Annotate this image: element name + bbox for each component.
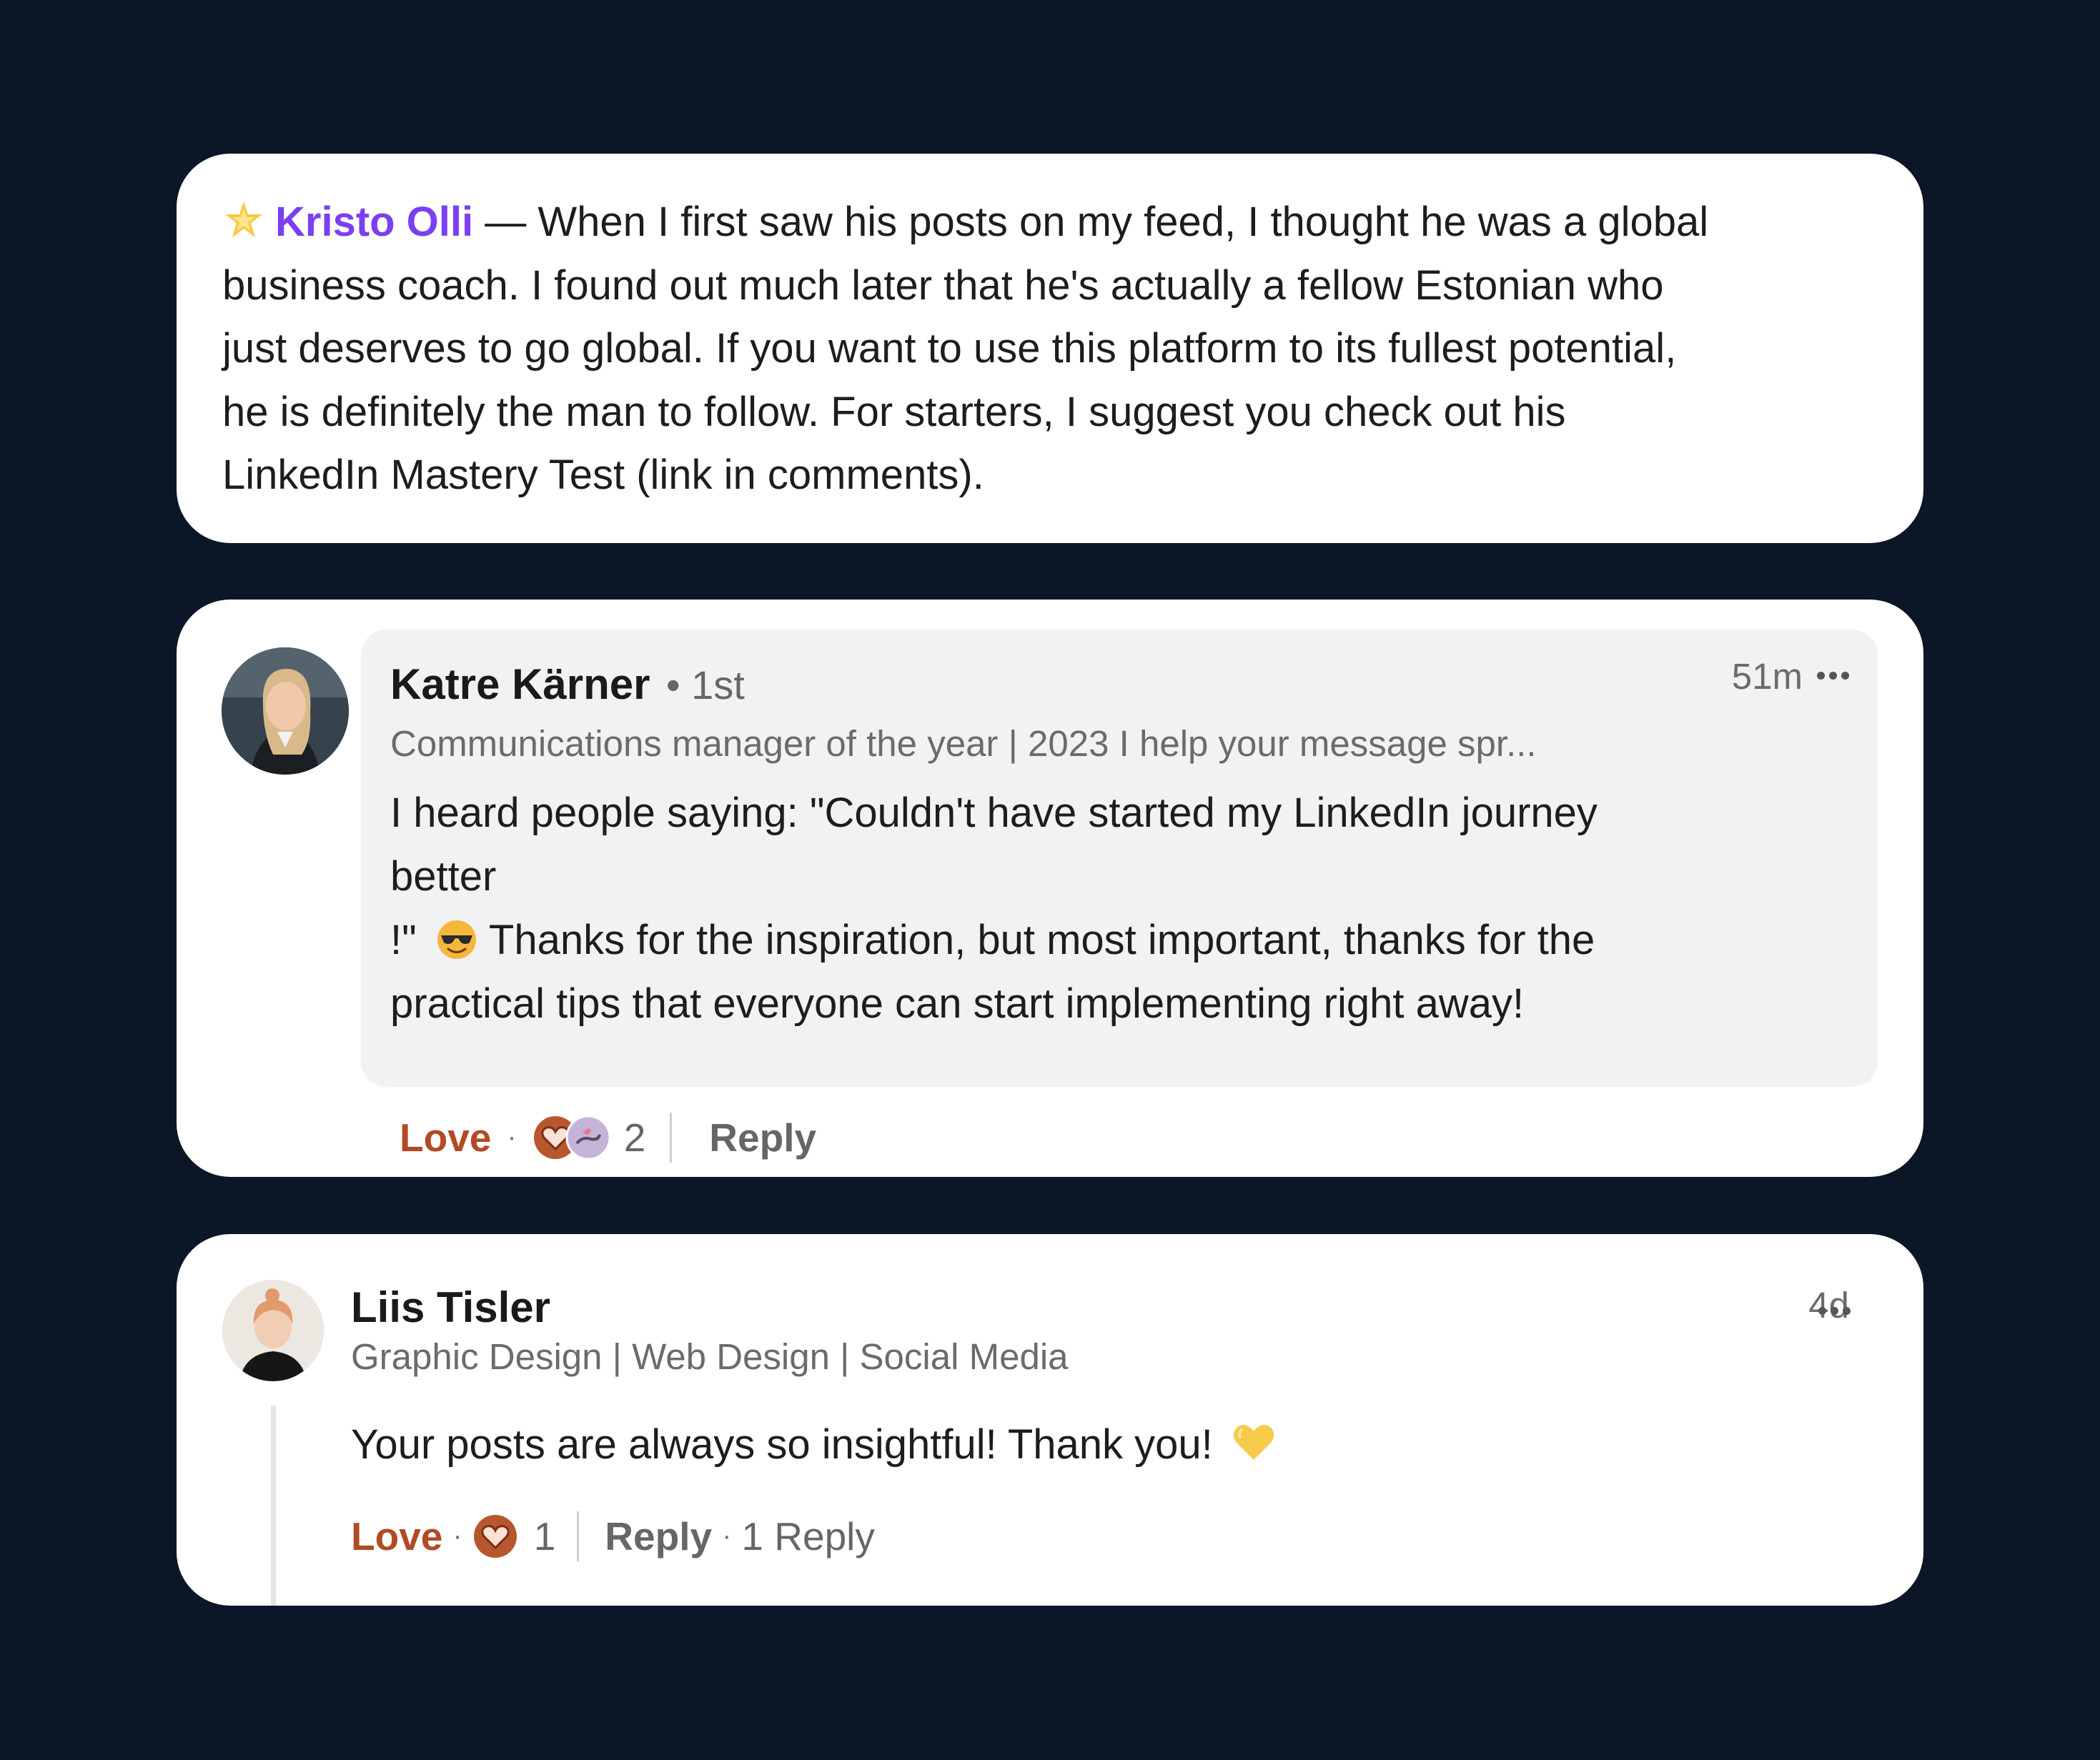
connection-degree: • 1st: [665, 662, 745, 707]
author-name[interactable]: Liis Tisler: [351, 1283, 550, 1332]
reply-button[interactable]: Reply: [709, 1115, 816, 1160]
paragraph-line-3: just deserves to go global. If you want …: [222, 325, 1677, 372]
action-divider: [577, 1511, 580, 1561]
comment-card-liis: Liis Tisler 4d Graphic Design | Web Desi…: [177, 1234, 1923, 1606]
comment-line-1: Your posts are always so insightful! Tha…: [351, 1421, 1213, 1468]
comment-actions: Love · 2 Reply: [400, 1110, 816, 1164]
separator-dot: ·: [452, 1520, 462, 1551]
paragraph-line-5: LinkedIn Mastery Test (link in comments)…: [222, 452, 984, 498]
reaction-count[interactable]: 1: [534, 1513, 556, 1559]
author-name[interactable]: Katre Kärner: [390, 660, 650, 708]
reaction-icons[interactable]: [533, 1115, 613, 1160]
yellow-heart-icon: [1233, 1425, 1274, 1460]
comment-line-2: better: [390, 853, 497, 900]
separator-dot: ·: [507, 1121, 517, 1153]
support-reaction-icon: [565, 1115, 611, 1160]
comment-text: Your posts are always so insightful! Tha…: [351, 1413, 1276, 1476]
separator-dot: ·: [722, 1520, 732, 1551]
comment-line-3-prefix: !": [390, 917, 417, 963]
reaction-count[interactable]: 2: [624, 1115, 646, 1160]
love-button[interactable]: Love: [351, 1513, 442, 1559]
paragraph-line-4: he is definitely the man to follow. For …: [222, 388, 1566, 435]
replies-count-link[interactable]: 1 Reply: [741, 1513, 874, 1559]
comment-line-3: Thanks for the inspiration, but most imp…: [477, 917, 1595, 963]
avatar-photo: [222, 1280, 324, 1381]
more-options-icon[interactable]: [1813, 670, 1849, 683]
action-divider: [670, 1112, 673, 1163]
love-reaction-icon[interactable]: [472, 1513, 518, 1559]
love-button[interactable]: Love: [400, 1115, 491, 1160]
paragraph-line-2: business coach. I found out much later t…: [222, 262, 1664, 309]
more-options-icon[interactable]: [1814, 1306, 1851, 1318]
smiling-face-with-sunglasses-icon: [437, 920, 476, 959]
author-headline: Graphic Design | Web Design | Social Med…: [351, 1336, 1069, 1377]
recommendation-card: Kristo Olli — When I first saw his posts…: [177, 154, 1923, 543]
avatar-photo: [222, 647, 349, 775]
avatar[interactable]: [222, 647, 349, 775]
comment-actions: Love · 1 Reply · 1 Reply: [351, 1509, 875, 1563]
recommendation-paragraph: Kristo Olli — When I first saw his posts…: [222, 191, 1873, 507]
reply-button[interactable]: Reply: [605, 1513, 712, 1559]
author-headline: Communications manager of the year | 202…: [390, 723, 1537, 764]
comment-line-4: practical tips that everyone can start i…: [390, 980, 1525, 1027]
comment-line-1: I heard people saying: "Couldn't have st…: [390, 790, 1598, 836]
comment-bubble: Katre Kärner • 1st 51m Communications ma…: [361, 630, 1878, 1087]
star-sparkle-icon: [225, 202, 262, 237]
timestamp: 51m: [1731, 656, 1803, 697]
paragraph-line-1: — When I first saw his posts on my feed,…: [473, 199, 1709, 245]
comment-text: I heard people saying: "Couldn't have st…: [390, 781, 1863, 1035]
comment-card-katre: Katre Kärner • 1st 51m Communications ma…: [177, 600, 1923, 1177]
thread-line: [271, 1406, 276, 1606]
mention-link[interactable]: Kristo Olli: [275, 199, 473, 245]
avatar[interactable]: [222, 1280, 324, 1381]
